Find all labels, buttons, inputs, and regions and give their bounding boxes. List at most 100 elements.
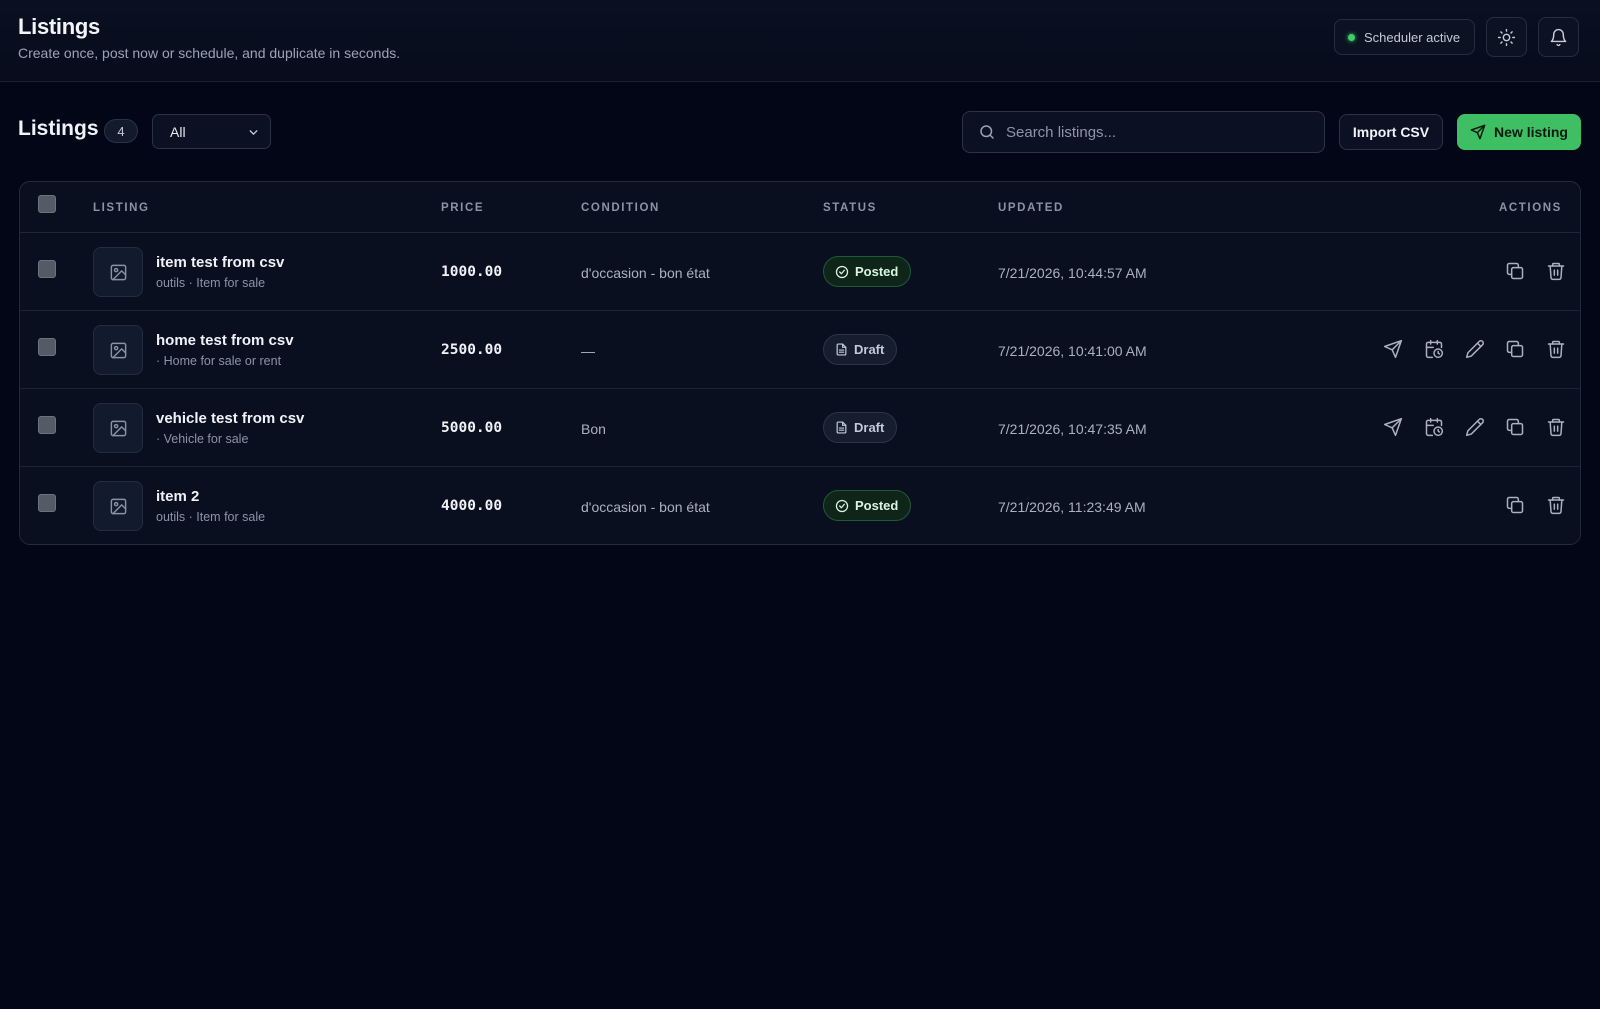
scheduler-label: Scheduler active [1364,29,1461,45]
listing-updated: 7/21/2026, 10:47:35 AM [998,421,1147,437]
new-listing-button[interactable]: New listing [1457,114,1581,150]
search-input[interactable] [1006,123,1306,141]
status-badge: Draft [823,412,898,443]
row-checkbox[interactable] [38,494,56,512]
check-circle-icon [835,265,849,278]
notifications-button[interactable] [1538,17,1579,57]
col-condition: CONDITION [581,202,660,214]
listing-updated: 7/21/2026, 10:44:57 AM [998,265,1147,281]
edit-button[interactable] [1463,415,1487,439]
duplicate-button[interactable] [1503,415,1527,439]
row-checkbox[interactable] [38,260,56,278]
row-checkbox[interactable] [38,338,56,356]
status-label: Posted [855,498,899,513]
schedule-button[interactable] [1422,415,1446,439]
new-listing-label: New listing [1494,124,1568,140]
table-row[interactable]: vehicle test from csv · Vehicle for sale… [20,389,1580,467]
table-row[interactable]: item test from csv outils · Item for sal… [20,233,1580,311]
listing-price: 5000.00 [441,420,503,436]
table-row[interactable]: home test from csv · Home for sale or re… [20,311,1580,389]
listing-condition: d'occasion - bon état [581,499,710,515]
copy-icon [1506,496,1524,514]
delete-button[interactable] [1544,337,1568,361]
document-icon [836,421,847,434]
calendar-clock-icon [1425,339,1444,359]
duplicate-button[interactable] [1503,493,1527,517]
document-icon [836,343,847,356]
send-icon [1470,124,1486,140]
col-price: PRICE [441,202,485,214]
row-checkbox[interactable] [38,416,56,434]
delete-button[interactable] [1544,259,1568,283]
listing-thumbnail [93,403,143,453]
col-updated: UPDATED [998,202,1064,214]
status-badge: Posted [823,256,912,287]
col-status: STATUS [823,202,877,214]
edit-button[interactable] [1463,337,1487,361]
post-now-button[interactable] [1381,337,1405,361]
filter-value: All [170,123,186,140]
image-icon [110,264,126,280]
status-label: Draft [854,420,885,435]
pencil-icon [1465,418,1484,437]
status-label: Posted [855,264,899,279]
schedule-button[interactable] [1422,337,1446,361]
top-bar: Listings Create once, post now or schedu… [0,0,1600,82]
duplicate-button[interactable] [1503,259,1527,283]
listing-subtitle: · Home for sale or rent [156,354,282,368]
listing-price: 4000.00 [441,498,503,514]
delete-button[interactable] [1544,493,1568,517]
search-box[interactable] [962,111,1325,153]
duplicate-button[interactable] [1503,337,1527,361]
listing-condition: — [581,343,595,359]
trash-icon [1547,262,1565,281]
listing-thumbnail [93,325,143,375]
page-title: Listings [18,14,100,39]
listing-condition: Bon [581,421,606,437]
check-circle-icon [835,499,849,512]
col-actions: ACTIONS [1499,202,1562,214]
import-csv-button[interactable]: Import CSV [1339,114,1443,150]
send-icon [1383,339,1403,359]
listings-table: LISTING PRICE CONDITION STATUS UPDATED A… [19,181,1581,545]
copy-icon [1506,262,1524,280]
listing-updated: 7/21/2026, 11:23:49 AM [998,499,1146,515]
copy-icon [1506,418,1524,436]
status-filter-select[interactable]: All [152,114,271,149]
select-all-checkbox[interactable] [38,195,56,213]
listing-title[interactable]: vehicle test from csv [156,410,304,427]
image-icon [110,342,126,358]
table-row[interactable]: item 2 outils · Item for sale 4000.00 d'… [20,467,1580,544]
send-icon [1383,417,1403,437]
listing-title[interactable]: home test from csv [156,332,294,349]
bell-icon [1550,28,1567,46]
listing-subtitle: outils · Item for sale [156,276,266,290]
listing-updated: 7/21/2026, 10:41:00 AM [998,343,1147,359]
listing-thumbnail [93,481,143,531]
listing-title[interactable]: item 2 [156,488,199,505]
status-badge: Draft [823,334,898,365]
listing-condition: d'occasion - bon état [581,265,710,281]
chevron-down-icon [249,130,258,135]
calendar-clock-icon [1425,417,1444,437]
col-listing: LISTING [93,202,150,214]
image-icon [110,420,126,436]
pencil-icon [1465,340,1484,359]
trash-icon [1547,340,1565,359]
trash-icon [1547,418,1565,437]
scheduler-status-badge: Scheduler active [1334,19,1475,55]
page-subtitle: Create once, post now or schedule, and d… [18,45,401,61]
table-header: LISTING PRICE CONDITION STATUS UPDATED A… [20,182,1580,233]
copy-icon [1506,340,1524,358]
status-label: Draft [854,342,885,357]
listing-thumbnail [93,247,143,297]
delete-button[interactable] [1544,415,1568,439]
listings-count-badge: 4 [104,119,138,143]
search-icon [980,125,994,139]
status-badge: Posted [823,490,912,521]
listing-price: 2500.00 [441,342,503,358]
theme-toggle-button[interactable] [1486,17,1527,57]
post-now-button[interactable] [1381,415,1405,439]
listing-title[interactable]: item test from csv [156,254,284,271]
listing-price: 1000.00 [441,264,503,280]
